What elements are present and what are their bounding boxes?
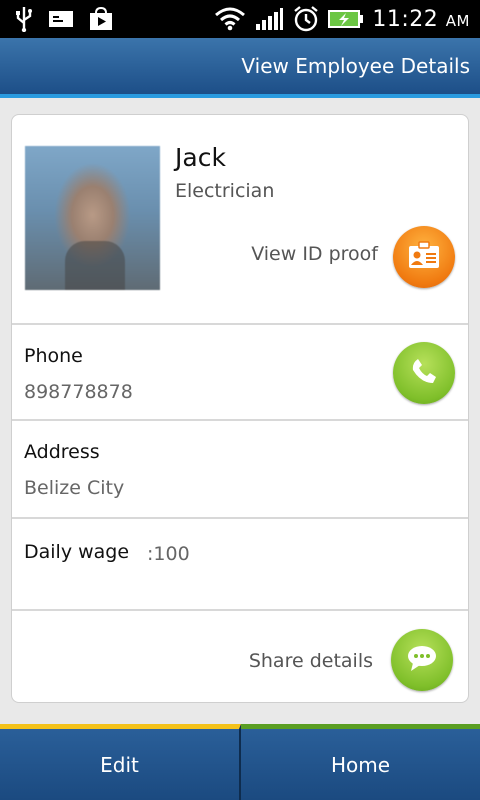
employee-photo — [25, 146, 160, 290]
call-button[interactable] — [393, 342, 455, 404]
employee-job-title: Electrician — [175, 180, 275, 202]
usb-icon — [14, 6, 34, 32]
phone-label: Phone — [24, 345, 83, 367]
phone-section: Phone 898778878 — [12, 325, 468, 421]
clock-time: 11:22 AM — [372, 6, 470, 32]
edit-button[interactable]: Edit — [0, 724, 241, 800]
view-id-proof-button[interactable] — [393, 226, 455, 288]
edit-button-label: Edit — [100, 752, 139, 777]
title-bar: View Employee Details — [0, 38, 480, 98]
signal-icon — [254, 7, 284, 31]
employee-details-card: Jack Electrician View ID proof Phone 898… — [11, 114, 469, 703]
alarm-icon — [292, 5, 320, 33]
share-section: Share details — [12, 611, 468, 702]
chat-bubble-icon — [405, 643, 439, 677]
view-id-proof-label: View ID proof — [251, 243, 378, 265]
address-label: Address — [24, 441, 100, 463]
home-button-label: Home — [330, 752, 391, 777]
phone-icon — [409, 356, 439, 390]
daily-wage-label: Daily wage — [24, 541, 130, 563]
sim-card-icon — [48, 9, 74, 29]
battery-charging-icon — [328, 9, 364, 29]
phone-value: 898778878 — [24, 381, 133, 403]
wifi-icon — [214, 7, 246, 31]
home-button[interactable]: Home — [241, 724, 480, 800]
daily-wage-section: Daily wage :100 — [12, 519, 468, 611]
daily-wage-value: :100 — [147, 543, 190, 565]
share-details-label: Share details — [248, 650, 373, 672]
page-title: View Employee Details — [241, 54, 470, 78]
employee-name: Jack — [175, 143, 226, 172]
share-details-button[interactable] — [391, 629, 453, 691]
play-store-icon — [88, 7, 114, 31]
status-bar: 11:22 AM — [0, 0, 480, 38]
id-card-icon — [407, 240, 441, 274]
bottom-bar: Edit Home — [0, 724, 480, 800]
profile-section: Jack Electrician View ID proof — [12, 115, 468, 325]
address-section: Address Belize City — [12, 421, 468, 519]
address-value: Belize City — [24, 477, 125, 499]
